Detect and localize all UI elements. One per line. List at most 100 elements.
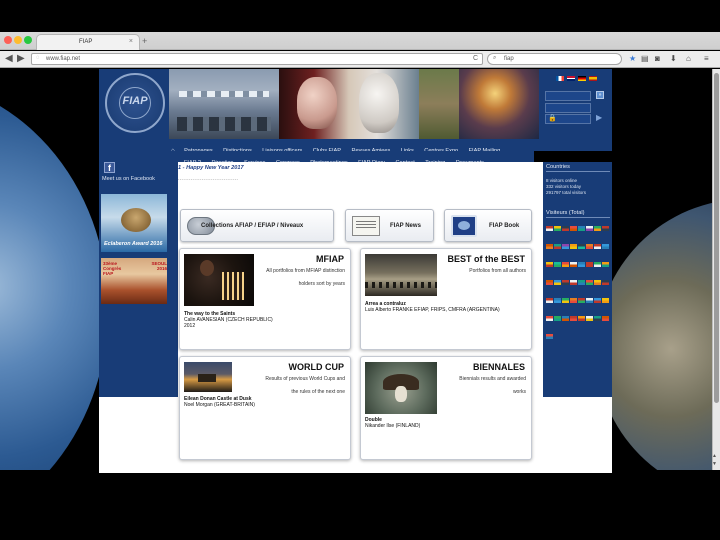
collections-button[interactable]: Collections AFIAP / EFIAP / Niveaux [180,209,334,242]
download-icon[interactable]: ⬇ [670,54,677,64]
country-flag-icon[interactable] [554,262,561,267]
country-flag-icon[interactable] [554,298,561,303]
country-flag-icon[interactable] [562,244,569,249]
photo-caption: The way to the Saints Calin AVANESIAN (C… [184,311,344,329]
country-flag-icon[interactable] [578,226,585,231]
country-flag-icon[interactable] [570,244,577,249]
portfolio-photo[interactable] [365,362,437,414]
country-flag-icon[interactable] [554,316,561,321]
country-flag-icon[interactable] [594,316,601,321]
country-flag-icon[interactable] [578,280,585,285]
facebook-icon[interactable]: f [104,162,115,173]
portfolio-photo[interactable] [365,254,437,296]
country-flag-icon[interactable] [554,280,561,285]
country-flag-icon[interactable] [586,298,593,303]
minimize-window-button[interactable] [14,36,22,44]
facebook-link[interactable]: Meet us on Facebook [102,176,162,183]
country-flag-icon[interactable] [546,244,553,249]
country-flag-icon[interactable] [562,298,569,303]
zoom-window-button[interactable] [24,36,32,44]
biennales-card[interactable]: BIENNALES Biennials results and awarded … [360,356,532,460]
fiap-logo[interactable]: FIAP [105,73,165,133]
scroll-down-icon[interactable]: ▼ [712,461,717,467]
country-flag-icon[interactable] [602,262,609,267]
country-flag-icon[interactable] [570,316,577,321]
country-flag-icon[interactable] [562,280,569,285]
flag-german-icon[interactable] [578,76,586,81]
country-flag-icon[interactable] [570,226,577,231]
country-flag-icon[interactable] [578,262,585,267]
country-flag-icon[interactable] [594,298,601,303]
home-icon[interactable]: ⌂ [686,54,691,64]
fiap-news-button[interactable]: FIAP News [345,209,434,242]
country-flag-icon[interactable] [602,244,609,249]
url-bar[interactable]: ◌ www.fiap.net C [31,53,483,65]
site-search-input[interactable] [545,91,591,101]
country-flag-icon[interactable] [554,226,561,231]
back-button[interactable]: ◀ [5,52,13,66]
browser-tab[interactable]: FIAP × [36,34,140,50]
reload-icon[interactable]: C [473,55,478,62]
page-scrollbar[interactable] [712,69,720,471]
country-flag-icon[interactable] [546,262,553,267]
best-of-the-best-card[interactable]: BEST of the BEST Portfolios from all aut… [360,248,532,350]
browser-search-field[interactable]: ⌕ fiap [487,53,622,65]
login-username-input[interactable] [545,103,591,113]
country-flag-icon[interactable] [562,262,569,267]
country-flag-icon[interactable] [554,244,561,249]
portfolio-photo[interactable] [184,362,232,392]
country-flag-icon[interactable] [586,244,593,249]
country-flag-icon[interactable] [546,316,553,321]
country-flag-icon[interactable] [586,262,593,267]
country-flag-icon[interactable] [562,226,569,231]
photo-author: Noel Morgan (GREAT-BRITAIN) [184,402,255,408]
close-window-button[interactable] [4,36,12,44]
bookmark-star-icon[interactable]: ★ [629,54,636,64]
mfiap-card[interactable]: MFIAP All portfolios from MFIAP distinct… [179,248,351,350]
congress-banner[interactable]: 33ème Congrès FIAP SEOUL 2016 [101,258,167,304]
country-flag-icon[interactable] [546,280,553,285]
country-flag-icon[interactable] [602,316,609,321]
scroll-up-icon[interactable]: ▲ [712,453,717,459]
newspaper-icon [352,216,380,236]
menu-icon[interactable]: ≡ [704,54,709,64]
scrollbar-thumb[interactable] [714,73,719,403]
country-flag-icon[interactable] [602,226,609,231]
forward-button[interactable]: ▶ [17,52,25,66]
country-flag-icon[interactable] [602,280,609,285]
country-flag-icon[interactable] [578,244,585,249]
country-flag-icon[interactable] [546,298,553,303]
country-flag-icon[interactable] [586,280,593,285]
country-flag-icon[interactable] [546,334,553,339]
tab-close-icon[interactable]: × [129,38,133,45]
login-button[interactable]: ▶ [596,113,602,122]
country-flag-icon[interactable] [586,316,593,321]
pocket-icon[interactable]: ◙ [655,54,660,64]
news-headline[interactable]: 1 - Happy New Year 2017 [178,165,244,171]
card-description: Biennials results and awarded works [459,376,526,395]
country-flag-icon[interactable] [586,226,593,231]
new-tab-button[interactable]: + [142,36,147,46]
flag-spanish-icon[interactable] [589,76,597,81]
country-flag-icon[interactable] [570,298,577,303]
country-flag-icon[interactable] [594,262,601,267]
country-flag-icon[interactable] [594,226,601,231]
flag-french-icon[interactable] [556,76,564,81]
country-flag-icon[interactable] [546,226,553,231]
photo-author: Luis Alberto FRANKE EFIAP, FRIPS, CMFRA … [365,307,500,313]
country-flag-icon[interactable] [594,280,601,285]
world-cup-card[interactable]: WORLD CUP Results of previous World Cups… [179,356,351,460]
country-flag-icon[interactable] [578,316,585,321]
bookmark-list-icon[interactable]: ▤ [641,54,649,64]
country-flag-icon[interactable] [570,262,577,267]
country-flag-icon[interactable] [594,244,601,249]
fiap-book-button[interactable]: FIAP Book [444,209,532,242]
flag-english-icon[interactable] [567,76,575,81]
country-flag-icon[interactable] [570,280,577,285]
award-banner[interactable]: Eclaberon Award 2016 [101,194,167,252]
portfolio-photo[interactable] [184,254,254,306]
site-search-button[interactable]: » [596,91,604,99]
country-flag-icon[interactable] [602,298,609,303]
country-flag-icon[interactable] [562,316,569,321]
country-flag-icon[interactable] [578,298,585,303]
